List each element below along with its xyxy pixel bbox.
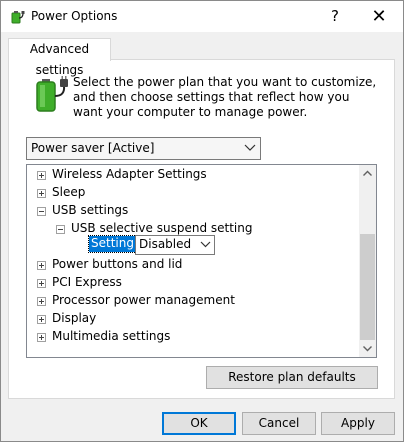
power-options-icon <box>9 9 25 25</box>
tree-item-label: Power buttons and lid <box>52 257 183 271</box>
title-bar: Power Options ? ✕ <box>1 1 403 32</box>
window-title: Power Options <box>31 9 118 23</box>
expand-icon[interactable] <box>37 333 46 342</box>
close-button[interactable]: ✕ <box>357 1 401 32</box>
restore-plan-defaults-button[interactable]: Restore plan defaults <box>206 366 378 389</box>
setting-value: Disabled <box>139 237 192 251</box>
expand-icon[interactable] <box>37 279 46 288</box>
expand-icon[interactable] <box>37 315 46 324</box>
chevron-down-icon <box>359 346 376 357</box>
power-plan-dropdown[interactable]: Power saver [Active] <box>26 137 261 160</box>
scroll-down-button[interactable] <box>359 340 376 357</box>
tree-item-label: Wireless Adapter Settings <box>52 167 207 181</box>
expand-icon[interactable] <box>37 261 46 270</box>
scroll-up-button[interactable] <box>359 165 376 182</box>
expand-icon[interactable] <box>37 171 46 180</box>
setting-value-dropdown[interactable]: Disabled <box>135 235 215 255</box>
battery-plug-icon <box>31 76 69 114</box>
scroll-thumb[interactable] <box>360 234 375 340</box>
help-button[interactable]: ? <box>313 1 357 32</box>
collapse-icon[interactable] <box>56 225 65 234</box>
chevron-down-icon <box>200 239 211 250</box>
tree-item-label: Multimedia settings <box>52 329 171 343</box>
tree-item-label: Sleep <box>52 185 86 199</box>
ok-button[interactable]: OK <box>162 412 236 435</box>
expand-icon[interactable] <box>37 189 46 198</box>
power-plan-value: Power saver [Active] <box>31 141 155 155</box>
setting-label: Setting: <box>87 235 142 253</box>
power-options-window: Power Options ? ✕ Advanced settings Sele… <box>0 0 404 442</box>
chevron-up-icon <box>359 170 376 185</box>
advanced-settings-panel: Select the power plan that you want to c… <box>8 59 395 399</box>
apply-button[interactable]: Apply <box>321 412 395 435</box>
cancel-button[interactable]: Cancel <box>242 412 316 435</box>
tree-scrollbar[interactable] <box>359 165 376 357</box>
tree-item-label: Display <box>52 311 97 325</box>
settings-tree[interactable]: Wireless Adapter Settings Sleep USB sett… <box>26 164 377 358</box>
expand-icon[interactable] <box>37 297 46 306</box>
tree-item-label: PCI Express <box>52 275 122 289</box>
tree-item-label: Processor power management <box>52 293 235 307</box>
description-text: Select the power plan that you want to c… <box>73 75 377 119</box>
collapse-icon[interactable] <box>37 207 46 216</box>
tab-advanced-settings[interactable]: Advanced settings <box>8 38 111 77</box>
chevron-down-icon <box>244 142 256 154</box>
tree-item-label: USB settings <box>52 203 129 217</box>
